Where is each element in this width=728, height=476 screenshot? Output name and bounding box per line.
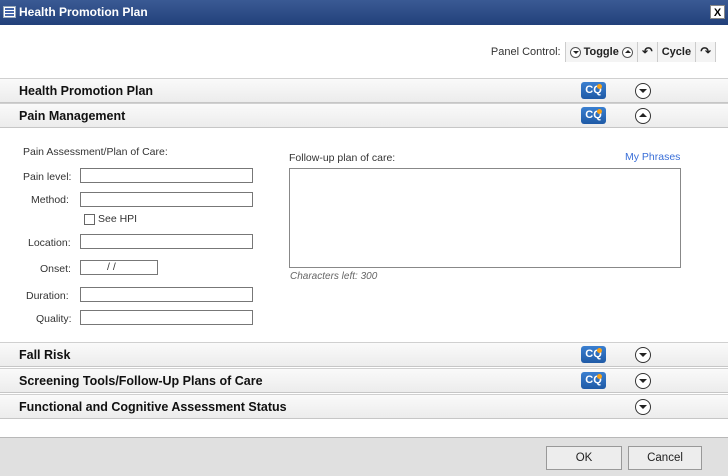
- my-phrases-link[interactable]: My Phrases: [625, 151, 680, 163]
- window-title: Health Promotion Plan: [19, 5, 148, 19]
- expand-section-icon[interactable]: [635, 373, 651, 389]
- window-app-icon: [3, 6, 16, 18]
- section-fall-risk[interactable]: Fall Risk CQ: [0, 342, 728, 367]
- section-health-promotion[interactable]: Health Promotion Plan CQ: [0, 78, 728, 103]
- section-title: Functional and Cognitive Assessment Stat…: [19, 400, 287, 414]
- section-title: Health Promotion Plan: [19, 84, 154, 98]
- quality-field[interactable]: [80, 310, 253, 325]
- cancel-button[interactable]: Cancel: [628, 446, 702, 470]
- clinical-quality-icon[interactable]: CQ: [581, 82, 606, 99]
- duration-label: Duration:: [26, 290, 69, 302]
- followup-label: Follow-up plan of care:: [289, 152, 396, 164]
- onset-label: Onset:: [40, 263, 71, 275]
- method-label: Method:: [31, 194, 69, 206]
- pain-assessment-heading: Pain Assessment/Plan of Care:: [23, 146, 168, 158]
- method-field[interactable]: [80, 192, 253, 207]
- pain-management-panel: Pain Assessment/Plan of Care: Pain level…: [0, 128, 728, 342]
- expand-section-icon[interactable]: [635, 83, 651, 99]
- ok-button[interactable]: OK: [546, 446, 622, 470]
- section-title: Fall Risk: [19, 348, 71, 362]
- panel-control: Panel Control: Toggle ↶ Cycle ↷: [491, 42, 716, 62]
- section-screening-tools[interactable]: Screening Tools/Follow-Up Plans of Care …: [0, 368, 728, 393]
- onset-field[interactable]: / /: [80, 260, 158, 275]
- close-button[interactable]: X: [710, 5, 725, 19]
- quality-label: Quality:: [36, 313, 72, 325]
- followup-textarea[interactable]: [289, 168, 681, 268]
- panel-control-label: Panel Control:: [490, 46, 561, 58]
- see-hpi-checkbox[interactable]: [84, 214, 95, 225]
- location-field[interactable]: [80, 234, 253, 249]
- title-bar: Health Promotion Plan X: [0, 0, 728, 25]
- expand-section-icon[interactable]: [635, 347, 651, 363]
- onset-value: / /: [107, 261, 116, 273]
- collapse-all-icon: [569, 46, 581, 58]
- location-label: Location:: [28, 237, 71, 249]
- section-functional-cognitive[interactable]: Functional and Cognitive Assessment Stat…: [0, 394, 728, 419]
- characters-left: Characters left: 300: [290, 271, 378, 282]
- section-pain-management[interactable]: Pain Management CQ: [0, 103, 728, 128]
- toggle-label: Toggle: [583, 46, 619, 58]
- cycle-label-button[interactable]: Cycle: [656, 42, 696, 62]
- clinical-quality-icon[interactable]: CQ: [581, 372, 606, 389]
- toggle-collapse-button[interactable]: Toggle: [564, 42, 637, 62]
- collapse-section-icon[interactable]: [635, 108, 651, 124]
- expand-all-icon: [621, 46, 633, 58]
- dialog-footer: OK Cancel: [0, 437, 728, 476]
- duration-field[interactable]: [80, 287, 253, 302]
- see-hpi-label: See HPI: [98, 213, 138, 225]
- expand-section-icon[interactable]: [635, 399, 651, 415]
- pain-level-label: Pain level:: [23, 171, 72, 183]
- clinical-quality-icon[interactable]: CQ: [581, 107, 606, 124]
- cycle-label: Cycle: [661, 46, 692, 58]
- cycle-back-icon: ↶: [641, 44, 653, 59]
- section-title: Pain Management: [19, 109, 126, 123]
- cycle-forward-button[interactable]: ↷: [695, 42, 716, 62]
- pain-level-field[interactable]: [80, 168, 253, 183]
- section-title: Screening Tools/Follow-Up Plans of Care: [19, 374, 263, 388]
- cycle-forward-icon: ↷: [700, 44, 711, 59]
- clinical-quality-icon[interactable]: CQ: [581, 346, 606, 363]
- cycle-back-button[interactable]: ↶: [636, 42, 657, 62]
